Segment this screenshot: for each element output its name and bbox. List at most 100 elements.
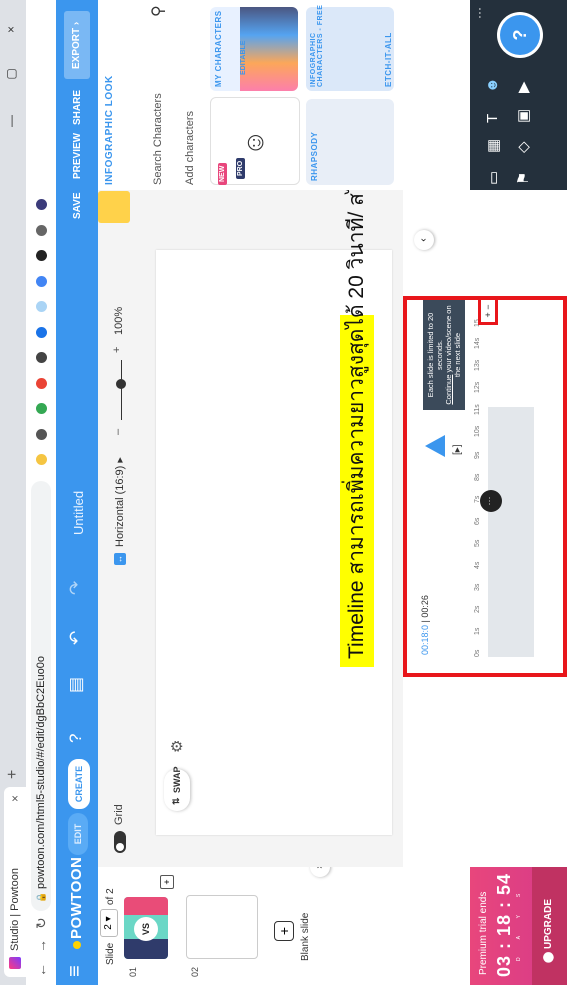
trial-title: Premium trial ends	[478, 891, 489, 975]
window-controls[interactable]: — ▢ ×	[4, 10, 18, 127]
document-title[interactable]: Untitled	[71, 491, 86, 535]
extension-icon[interactable]	[36, 403, 47, 415]
slide-number: 01	[128, 966, 138, 977]
logo-text: POWTOON	[68, 856, 85, 939]
extension-icon[interactable]	[36, 428, 47, 440]
notes-icon[interactable]: ▤	[66, 677, 86, 693]
shapes-icon[interactable]: ◇	[514, 141, 532, 153]
help-circle-icon[interactable]: ?	[66, 734, 86, 743]
pro-badge: PRO	[236, 157, 245, 179]
layout-icon[interactable]: ▭	[484, 171, 502, 185]
zoom-in-icon[interactable]: +	[111, 347, 123, 353]
add-characters-label: Add characters	[184, 111, 196, 185]
settings-gear-icon[interactable]: ⚙	[168, 740, 186, 753]
grid-toggle[interactable]	[114, 831, 126, 853]
profile-avatar[interactable]	[36, 199, 47, 211]
aspect-ratio-select[interactable]: Horizontal (16:9) ▸	[113, 457, 126, 547]
character-pack-icon[interactable]	[98, 191, 130, 223]
annotation-banner: Timeline สามารถเพิ่มความยาวสูงสุดได้ 20 …	[340, 156, 374, 667]
aspect-ratio-label: Horizontal (16:9)	[114, 465, 126, 547]
collapse-panel-chevron-icon[interactable]: ‹	[414, 230, 434, 250]
props-icon[interactable]: ⚑	[514, 172, 532, 185]
background-icon[interactable]: ▦	[484, 139, 502, 153]
thumbnail-shape	[124, 897, 168, 915]
zoom-slider-knob[interactable]	[116, 379, 126, 389]
extension-icon[interactable]	[36, 326, 47, 338]
editable-badge: EDITABLE	[240, 40, 247, 75]
character-illustration	[240, 7, 298, 91]
tab-title: Studio | Powtoon	[9, 868, 21, 951]
extension-icon[interactable]	[36, 301, 47, 313]
undo-icon[interactable]: ↶	[66, 631, 86, 645]
slide-number-select[interactable]: 2 ▾	[100, 909, 118, 937]
library-section-title[interactable]: INFOGRAPHIC LOOK	[104, 75, 115, 185]
video-icon[interactable]: ▶	[514, 81, 532, 93]
upgrade-label[interactable]: ⬤ UPGRADE	[543, 899, 554, 963]
extension-icon[interactable]	[36, 377, 47, 389]
url-text: powtoon.com/html5-studio/#/edit/dgBbC2Eu…	[35, 656, 47, 889]
share-button[interactable]: SHARE	[72, 90, 83, 125]
upgrade-text: UPGRADE	[543, 899, 554, 950]
new-tab-button[interactable]: +	[4, 770, 22, 779]
forward-icon[interactable]: →	[33, 929, 49, 953]
navigation-buttons[interactable]: ←→↻	[33, 907, 50, 977]
smiley-icon: ☺	[239, 129, 269, 156]
duplicate-slide-icon[interactable]: +	[160, 875, 174, 889]
powtoon-favicon-icon	[9, 957, 21, 969]
back-icon[interactable]: ←	[33, 953, 49, 977]
swap-button[interactable]: ⇅ SWAP	[164, 766, 190, 811]
extension-icon[interactable]	[36, 250, 47, 262]
card-label: INFOGRAPHIC CHARACTERS - FREE	[310, 4, 324, 87]
blank-slide-label[interactable]: Blank slide	[300, 913, 311, 961]
logo-dot	[73, 941, 81, 949]
vs-badge: VS	[134, 917, 158, 941]
zoom-level: 100%	[113, 306, 125, 335]
powtoon-logo[interactable]: POWTOON	[68, 857, 85, 949]
tab-close-icon[interactable]: ×	[8, 795, 22, 802]
more-options-icon[interactable]: ···	[472, 7, 486, 19]
search-characters-input[interactable]: Search Characters	[152, 15, 172, 185]
search-icon[interactable]: ⚲	[148, 5, 168, 17]
add-blank-slide-icon[interactable]: +	[274, 921, 294, 941]
export-button[interactable]: EXPORT ›	[64, 11, 90, 79]
card-label: RHAPSODY	[310, 131, 319, 181]
slide-number: 02	[190, 966, 200, 977]
slide-label: Slide	[105, 942, 116, 965]
url-field[interactable]: 🔒 powtoon.com/html5-studio/#/edit/dgBbC2…	[31, 481, 51, 911]
caret-icon: ▸	[114, 457, 126, 463]
powtoon-studio-window: Studio | Powtoon × + — ▢ × ←→↻ 🔒 powtoon…	[0, 0, 567, 985]
create-tab[interactable]: CREATE	[68, 759, 90, 809]
help-button[interactable]: ?	[500, 15, 540, 55]
zoom-slider-track[interactable]	[121, 360, 122, 420]
card-label: MY CHARACTERS	[214, 10, 223, 87]
slide-thumbnail-2[interactable]	[186, 895, 258, 959]
browser-tab[interactable]: Studio | Powtoon ×	[4, 787, 26, 977]
upgrade-icon: ⬤	[543, 949, 554, 963]
hamburger-menu-icon[interactable]: ≡	[64, 965, 87, 977]
aspect-ratio-icon[interactable]: ↔	[114, 553, 126, 565]
swap-label: SWAP	[172, 766, 182, 793]
card-label: ETCH-IT-ALL	[384, 32, 393, 87]
preview-button[interactable]: PREVIEW	[72, 133, 83, 179]
trial-countdown: 03 : 18 : 54	[494, 872, 514, 977]
my-characters-card[interactable]	[210, 7, 298, 91]
save-button[interactable]: SAVE	[72, 193, 83, 220]
chevron-right-icon: ›	[71, 21, 82, 26]
extension-icon[interactable]	[36, 352, 47, 364]
slide-total: of 2	[105, 888, 116, 905]
characters-icon[interactable]: ☻	[484, 77, 501, 93]
edit-tab[interactable]: EDIT	[68, 813, 88, 855]
zoom-out-icon[interactable]: –	[112, 429, 124, 435]
export-label: EXPORT	[71, 27, 82, 69]
redo-icon[interactable]: ↷	[66, 581, 86, 595]
text-icon[interactable]: T	[484, 114, 501, 123]
extension-icon[interactable]	[36, 454, 47, 465]
extension-icon[interactable]	[36, 275, 47, 287]
swap-icon: ⇅	[171, 797, 181, 805]
slide-thumbnail-1[interactable]: VS	[124, 897, 168, 959]
extension-icon[interactable]	[36, 224, 47, 236]
new-badge: NEW	[218, 162, 227, 185]
thumbnail-shape	[124, 939, 168, 959]
media-icon[interactable]: ▣	[514, 109, 532, 123]
rhapsody-card[interactable]	[306, 99, 394, 185]
